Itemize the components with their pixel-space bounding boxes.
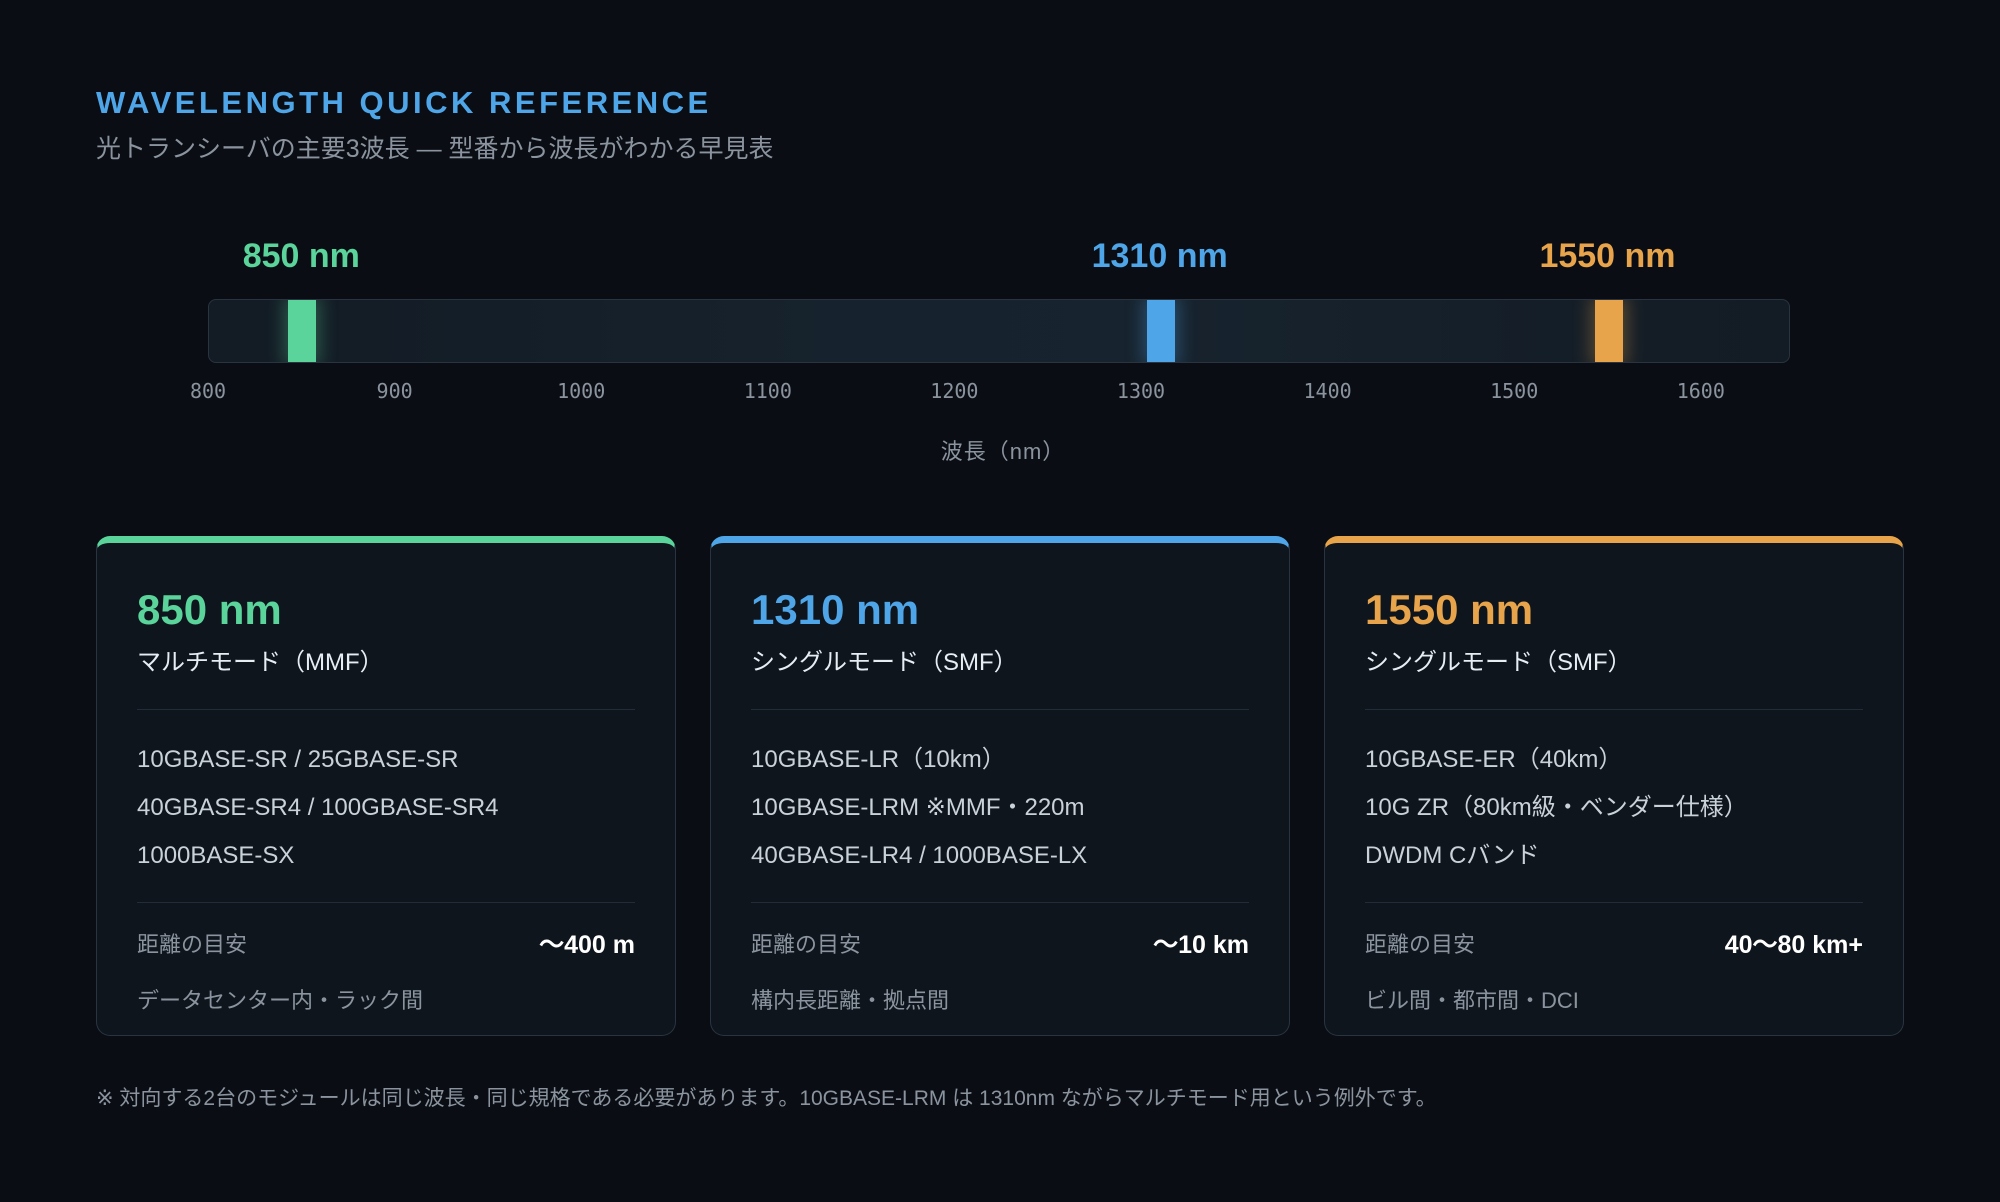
distance-label: 距離の目安 [751, 932, 862, 957]
standard-item: 10GBASE-LR（10km） [751, 746, 1006, 773]
band-marker-1310 [1146, 300, 1175, 362]
spectrum-track [208, 299, 1790, 363]
distance-value: 〜400 m [539, 931, 635, 959]
use-case: データセンター内・ラック間 [137, 988, 424, 1013]
axis-tick-label: 1600 [1676, 379, 1725, 403]
card-title: 1310 nm [751, 586, 920, 633]
band-marker-850 [288, 300, 317, 362]
axis-tick-label: 1100 [743, 379, 792, 403]
standard-item: 10G ZR（80km級・ベンダー仕様） [1365, 794, 1748, 821]
axis-tick-label: 800 [189, 379, 227, 403]
axis-tick-label: 1000 [557, 379, 606, 403]
standard-item: 10GBASE-SR / 25GBASE-SR [137, 746, 459, 773]
standard-item: 10GBASE-LRM ※MMF・220m [751, 794, 1085, 821]
page-subtitle: 光トランシーバの主要3波長 — 型番から波長がわかる早見表 [96, 135, 774, 163]
standard-item: 1000BASE-SX [137, 842, 295, 869]
card-divider [751, 709, 1249, 710]
standard-item: 10GBASE-ER（40km） [1365, 746, 1623, 773]
distance-label: 距離の目安 [1365, 932, 1476, 957]
wavelength-card-850nm: 850 nm マルチモード（MMF） 10GBASE-SR / 25GBASE-SR… [96, 536, 676, 1036]
standard-item: DWDM Cバンド [1365, 842, 1540, 869]
wavelength-card-1550nm: 1550 nm シングルモード（SMF） 10GBASE-ER（40km） 10G Z… [1324, 536, 1904, 1036]
footnote: ※ 対向する2台のモジュールは同じ波長・同じ規格である必要があります。10GBA… [96, 1087, 1437, 1110]
axis-tick-label: 1500 [1490, 379, 1539, 403]
standards-list: 10GBASE-ER（40km） 10G ZR（80km級・ベンダー仕様） DWDM… [1365, 736, 1863, 880]
axis-tick-label: 1200 [930, 379, 979, 403]
band-label-1550: 1550 nm [1539, 237, 1676, 275]
band-label-850: 850 nm [242, 237, 360, 275]
card-divider [1365, 902, 1863, 903]
distance-row: 距離の目安 〜10 km [751, 925, 1249, 961]
distance-value: 40〜80 km+ [1724, 931, 1863, 959]
distance-label: 距離の目安 [137, 932, 248, 957]
band-marker-1550 [1594, 300, 1623, 362]
standard-item: 40GBASE-LR4 / 1000BASE-LX [751, 842, 1088, 869]
card-divider [137, 709, 635, 710]
card-title: 850 nm [137, 586, 282, 633]
wavelength-cards: 850 nm マルチモード（MMF） 10GBASE-SR / 25GBASE-SR… [96, 536, 1904, 1036]
standards-list: 10GBASE-LR（10km） 10GBASE-LRM ※MMF・220m 40G… [751, 736, 1249, 880]
spectrum-axis-label: 波長（nm） [940, 439, 1066, 464]
axis-tick-label: 900 [376, 379, 413, 403]
use-case: 構内長距離・拠点間 [751, 988, 950, 1013]
distance-row: 距離の目安 40〜80 km+ [1365, 925, 1863, 961]
distance-value: 〜10 km [1153, 931, 1249, 959]
axis-tick-label: 1300 [1116, 379, 1166, 403]
card-divider [137, 902, 635, 903]
band-label-1310: 1310 nm [1091, 237, 1228, 275]
card-divider [751, 902, 1249, 903]
distance-row: 距離の目安 〜400 m [137, 925, 635, 961]
card-divider [1365, 709, 1863, 710]
card-fiber-mode: マルチモード（MMF） [137, 649, 384, 676]
page: WAVELENGTH QUICK REFERENCE 光トランシーバの主要3波長… [96, 84, 1904, 1110]
standards-list: 10GBASE-SR / 25GBASE-SR 40GBASE-SR4 / 100… [137, 736, 635, 880]
page-kicker: WAVELENGTH QUICK REFERENCE [96, 85, 712, 120]
use-case: ビル間・都市間・DCI [1365, 988, 1579, 1013]
card-fiber-mode: シングルモード（SMF） [1365, 649, 1632, 676]
card-title: 1550 nm [1365, 586, 1534, 633]
axis-tick-label: 1400 [1303, 379, 1352, 403]
wavelength-card-1310nm: 1310 nm シングルモード（SMF） 10GBASE-LR（10km） 10GBA… [710, 536, 1290, 1036]
wavelength-spectrum: 波長（nm） 850 nm 1310 nm 1550 nm 800 900 1000 110… [96, 234, 1904, 474]
card-fiber-mode: シングルモード（SMF） [751, 649, 1018, 676]
standard-item: 40GBASE-SR4 / 100GBASE-SR4 [137, 794, 499, 821]
